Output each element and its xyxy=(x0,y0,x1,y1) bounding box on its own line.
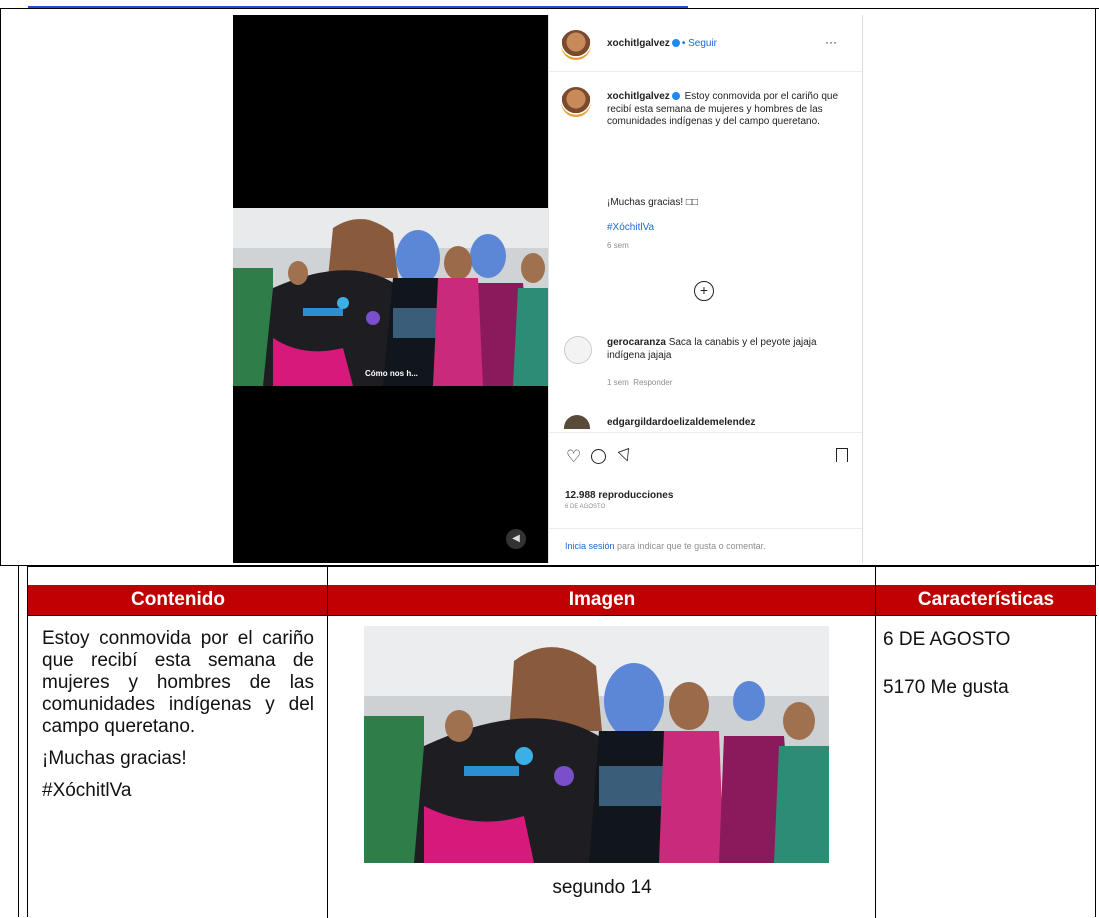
share-icon[interactable]: ▽ xyxy=(616,443,634,466)
characteristic-date: 6 DE AGOSTO xyxy=(883,629,1011,650)
like-icon[interactable]: ♡ xyxy=(566,447,581,467)
characteristics-table: Contenido Imagen Características Estoy c… xyxy=(27,566,1097,918)
caption-avatar[interactable] xyxy=(561,87,591,117)
content-cell: Estoy conmovida por el cariño que recibí… xyxy=(42,628,314,802)
comment-2-avatar[interactable] xyxy=(564,415,590,429)
actions-divider xyxy=(549,432,862,433)
post-age: 6 sem xyxy=(607,241,629,250)
caption-thanks: ¡Muchas gracias! □□ xyxy=(607,197,698,208)
verified-badge-icon xyxy=(671,39,680,48)
image-caption: segundo 14 xyxy=(552,877,652,898)
comment-meta: 1 sem Responder xyxy=(607,378,672,387)
follow-button[interactable]: • Seguir xyxy=(682,38,717,49)
col-divider-1 xyxy=(327,567,328,918)
more-options-icon[interactable]: ··· xyxy=(825,35,837,49)
comment-avatar[interactable] xyxy=(564,336,592,364)
header-imagen: Imagen xyxy=(328,585,876,615)
caption-hashtag[interactable]: #XóchitlVa xyxy=(607,222,654,233)
post-date: 6 DE AGOSTO xyxy=(565,504,606,510)
caption-verified-icon xyxy=(671,92,680,101)
characteristic-likes: 5170 Me gusta xyxy=(883,677,1009,698)
save-bookmark-icon[interactable] xyxy=(836,448,848,462)
women-group-photo xyxy=(233,208,548,386)
comment-2-username[interactable]: edgargildardoelizaldemelendez xyxy=(607,417,755,428)
table-top-border xyxy=(0,8,1099,9)
post-header: xochitlgalvez • Seguir xyxy=(607,38,717,49)
post-caption: xochitlgalvez Estoy conmovida por el car… xyxy=(607,91,847,129)
comment-username[interactable]: gerocaranza xyxy=(607,337,666,348)
load-more-comments-icon[interactable]: + xyxy=(694,281,714,301)
comment-icon[interactable] xyxy=(591,449,606,464)
header-contenido: Contenido xyxy=(28,585,328,615)
col-divider-2 xyxy=(875,567,876,918)
comment-age: 1 sem xyxy=(607,378,629,387)
content-paragraph: #XóchitlVa xyxy=(42,780,132,801)
reply-link[interactable]: Responder xyxy=(633,378,672,387)
reel-video-panel[interactable]: Cómo nos h... ◀ xyxy=(233,15,548,563)
screenshot-image xyxy=(364,626,829,863)
login-link[interactable]: Inicia sesión xyxy=(565,541,615,551)
comment-1: gerocaranza Saca la canabis y el peyote … xyxy=(607,337,852,362)
header-divider xyxy=(549,71,862,72)
login-prompt-text: para indicar que te gusta o comentar. xyxy=(617,541,766,551)
view-count: 12.988 reproducciones xyxy=(565,490,674,501)
footer-divider xyxy=(549,528,862,529)
mute-icon[interactable]: ◀ xyxy=(506,529,526,549)
caption-username[interactable]: xochitlgalvez xyxy=(607,91,670,102)
reel-video-frame: Cómo nos h... xyxy=(233,208,548,386)
profile-avatar[interactable] xyxy=(561,30,591,60)
women-group-photo xyxy=(364,626,829,863)
username[interactable]: xochitlgalvez xyxy=(607,38,670,49)
content-paragraph: ¡Muchas gracias! xyxy=(42,748,187,769)
table-right-border xyxy=(1095,8,1096,566)
table-left-border xyxy=(0,8,1,566)
lower-outer-left-border xyxy=(18,566,19,917)
instagram-post-panel: xochitlgalvez • Seguir ··· xochitlgalvez … xyxy=(548,15,863,563)
header-caracteristicas: Características xyxy=(876,585,1096,615)
video-caption-overlay: Cómo nos h... xyxy=(365,369,418,378)
content-paragraph: Estoy conmovida por el cariño que recibí… xyxy=(42,628,314,737)
header-bottom-border xyxy=(28,615,1097,616)
source-link-fragment[interactable] xyxy=(28,0,688,8)
login-prompt: Inicia sesión para indicar que te gusta … xyxy=(565,540,845,563)
